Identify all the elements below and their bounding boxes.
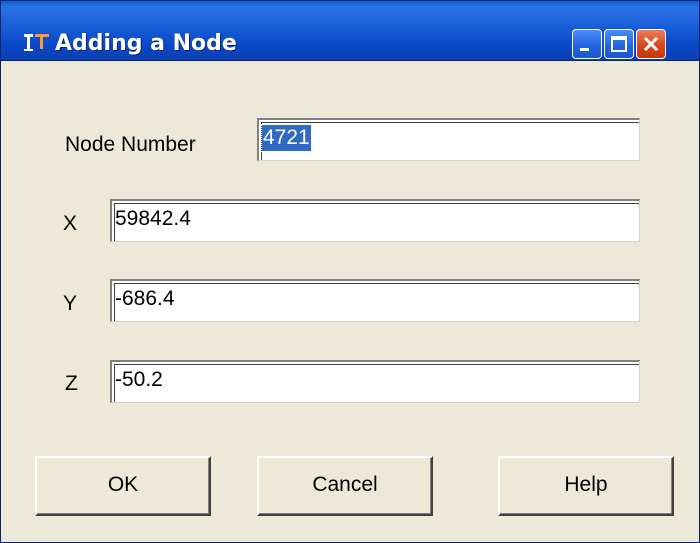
node-number-value: 4721 xyxy=(261,124,312,152)
z-field[interactable]: -50.2 xyxy=(110,360,640,403)
ok-button[interactable]: OK xyxy=(35,456,211,516)
maximize-icon xyxy=(611,36,627,52)
minimize-icon xyxy=(580,48,589,51)
y-value: -686.4 xyxy=(115,287,175,310)
app-icon xyxy=(24,34,49,51)
field-bevel xyxy=(114,283,639,321)
node-number-label: Node Number xyxy=(65,133,196,156)
field-bevel xyxy=(261,122,639,160)
field-bevel xyxy=(114,364,639,402)
z-label: Z xyxy=(65,372,78,395)
title-bar[interactable]: Adding a Node xyxy=(1,1,699,61)
maximize-button[interactable] xyxy=(604,29,634,59)
minimize-button[interactable] xyxy=(572,29,602,59)
field-bevel xyxy=(114,203,639,241)
close-button[interactable] xyxy=(636,29,666,59)
close-icon xyxy=(643,36,659,52)
window-title: Adding a Node xyxy=(55,31,237,56)
x-field[interactable]: 59842.4 xyxy=(110,199,640,242)
node-number-field[interactable]: 4721 xyxy=(257,118,640,161)
z-value: -50.2 xyxy=(115,368,163,391)
x-value: 59842.4 xyxy=(115,207,191,230)
y-field[interactable]: -686.4 xyxy=(110,279,640,322)
help-button[interactable]: Help xyxy=(498,456,674,516)
cancel-button[interactable]: Cancel xyxy=(257,456,433,516)
x-label: X xyxy=(63,212,78,235)
dialog-window: Adding a Node Node Number 4721 X 59842.4 xyxy=(0,0,700,543)
y-label: Y xyxy=(63,292,78,315)
